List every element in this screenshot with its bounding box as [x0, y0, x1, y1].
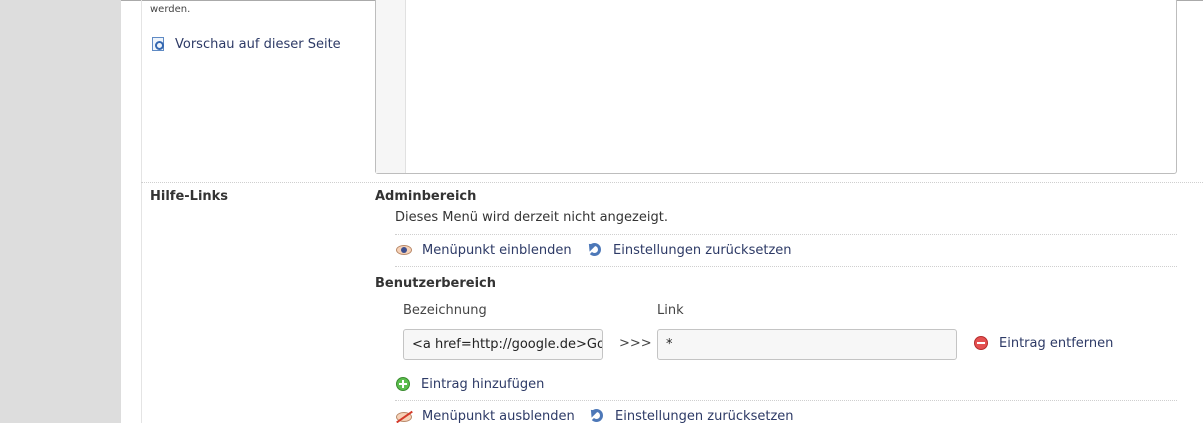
user-reset-settings-button[interactable]: Einstellungen zurücksetzen: [589, 408, 794, 423]
description-text: werden.: [150, 4, 191, 15]
admin-divider: [395, 234, 1177, 235]
column-label-link: Link: [657, 303, 684, 318]
admin-menu-status: Dieses Menü wird derzeit nicht angezeigt…: [395, 210, 668, 225]
user-divider: [395, 400, 1177, 401]
preview-link[interactable]: Vorschau auf dieser Seite: [150, 36, 341, 52]
admin-bottom-divider: [395, 266, 1177, 267]
column-label-name: Bezeichnung: [403, 303, 487, 318]
add-entry-label: Eintrag hinzufügen: [421, 376, 545, 392]
show-menu-item-button[interactable]: Menüpunkt einblenden: [396, 242, 572, 258]
left-gutter: [0, 0, 121, 423]
admin-reset-settings-button[interactable]: Einstellungen zurücksetzen: [587, 242, 792, 258]
add-entry-button[interactable]: Eintrag hinzufügen: [395, 376, 544, 392]
reset-icon: [587, 242, 603, 258]
reset-icon: [589, 408, 605, 423]
label-column-divider: [141, 0, 142, 423]
preview-link-label: Vorschau auf dieser Seite: [175, 36, 341, 52]
code-editor[interactable]: [375, 0, 1177, 174]
eye-off-icon: [396, 408, 412, 423]
entry-name-input[interactable]: <a href=http://google.de>Google</a>: [403, 329, 603, 360]
user-reset-settings-label: Einstellungen zurücksetzen: [615, 408, 794, 423]
eye-icon: [396, 242, 412, 258]
user-area-heading: Benutzerbereich: [375, 276, 497, 291]
entry-link-input[interactable]: *: [657, 329, 957, 360]
hide-menu-item-label: Menüpunkt ausblenden: [422, 408, 575, 423]
hide-menu-item-button[interactable]: Menüpunkt ausblenden: [396, 408, 575, 423]
minus-circle-icon: [973, 335, 989, 351]
remove-entry-button[interactable]: Eintrag entfernen: [973, 335, 1113, 351]
row-divider: [141, 182, 1203, 183]
document-preview-icon: [150, 36, 166, 52]
admin-area-heading: Adminbereich: [375, 189, 477, 204]
section-label-help-links: Hilfe-Links: [150, 189, 229, 204]
editor-line-gutter: [376, 0, 406, 173]
entry-separator: >>>: [619, 336, 652, 351]
show-menu-item-label: Menüpunkt einblenden: [422, 242, 572, 258]
plus-circle-icon: [395, 376, 411, 392]
admin-reset-settings-label: Einstellungen zurücksetzen: [613, 242, 792, 258]
remove-entry-label: Eintrag entfernen: [999, 335, 1114, 351]
